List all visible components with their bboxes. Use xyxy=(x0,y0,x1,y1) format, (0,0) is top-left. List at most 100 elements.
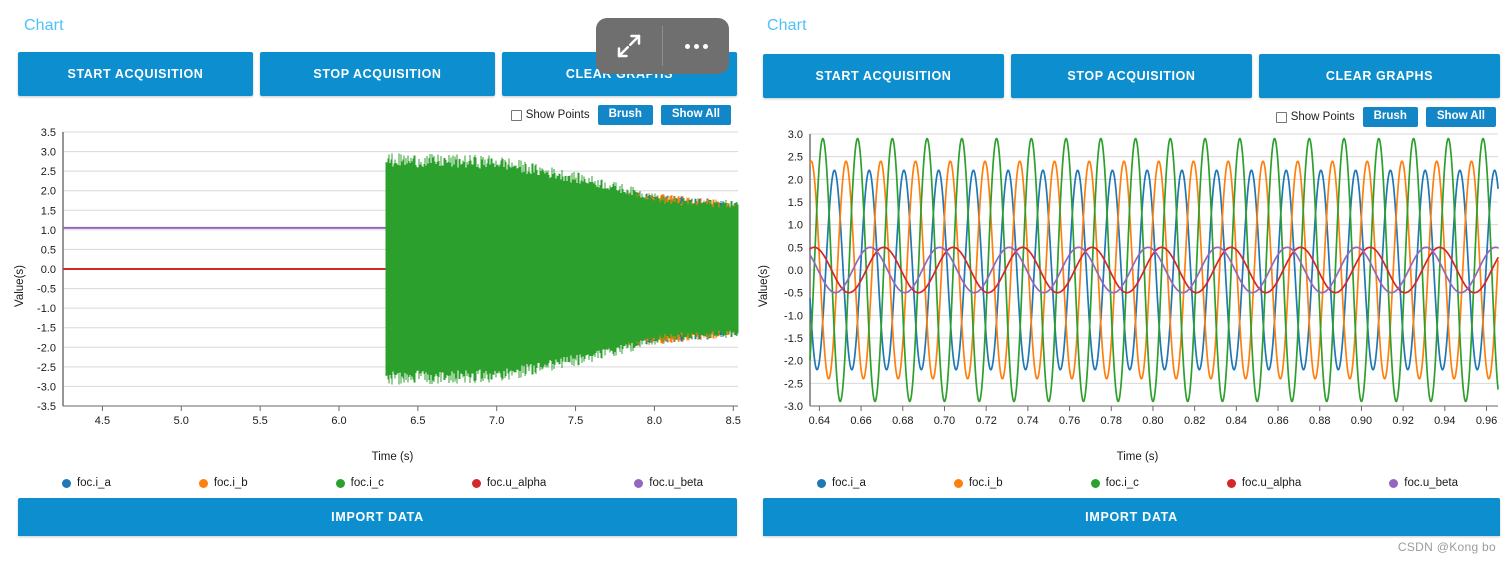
svg-text:3.0: 3.0 xyxy=(41,147,56,159)
svg-text:2.5: 2.5 xyxy=(41,166,56,178)
legend-right: foc.i_a foc.i_b foc.i_c foc.u_alpha foc.… xyxy=(773,473,1502,493)
watermark: CSDN @Kong bo xyxy=(1397,540,1496,554)
svg-text:0.82: 0.82 xyxy=(1184,415,1205,427)
svg-text:0.68: 0.68 xyxy=(892,415,913,427)
svg-text:-2.0: -2.0 xyxy=(784,356,803,368)
svg-text:-3.5: -3.5 xyxy=(37,401,56,413)
svg-text:0.70: 0.70 xyxy=(934,415,955,427)
svg-text:0.84: 0.84 xyxy=(1226,415,1247,427)
action-button-row: START ACQUISITION STOP ACQUISITION CLEAR… xyxy=(763,54,1500,98)
svg-text:0.76: 0.76 xyxy=(1059,415,1080,427)
brush-button[interactable]: Brush xyxy=(1362,107,1418,127)
svg-text:1.5: 1.5 xyxy=(788,197,803,209)
svg-text:0.74: 0.74 xyxy=(1017,415,1038,427)
svg-text:0.92: 0.92 xyxy=(1392,415,1413,427)
svg-text:0.80: 0.80 xyxy=(1142,415,1163,427)
svg-text:0.5: 0.5 xyxy=(41,244,56,256)
show-points-label: Show Points xyxy=(525,109,590,121)
legend-item-foc-u-alpha[interactable]: foc.u_alpha xyxy=(471,477,547,489)
legend-label: foc.i_b xyxy=(968,477,1003,489)
legend-item-foc-i-c[interactable]: foc.i_c xyxy=(335,477,384,489)
legend-item-foc-i-b[interactable]: foc.i_b xyxy=(953,477,1003,489)
svg-text:0.88: 0.88 xyxy=(1309,415,1330,427)
chart-panel-left: Chart START ACQUISITION STOP ACQUISITION… xyxy=(0,0,755,540)
legend-color-swatch xyxy=(1226,478,1236,488)
show-all-button[interactable]: Show All xyxy=(1425,107,1496,127)
chart-controls-row: Show Points Brush Show All xyxy=(1275,107,1496,127)
page-title: Chart xyxy=(24,17,64,34)
legend-label: foc.u_beta xyxy=(649,477,703,489)
import-data-button[interactable]: IMPORT DATA xyxy=(763,498,1500,536)
svg-text:3.5: 3.5 xyxy=(41,127,56,139)
plot-canvas-right[interactable]: 3.0 2.5 2.0 1.5 1.0 0.5 0.0 -0.5 -1.0 -1.5 -2.0 -2.… xyxy=(755,126,1510,446)
legend-label: foc.i_a xyxy=(76,477,111,489)
more-options-icon xyxy=(684,43,708,49)
checkbox-icon[interactable] xyxy=(510,109,522,121)
svg-text:-2.0: -2.0 xyxy=(37,342,56,354)
floating-toolbar xyxy=(596,18,729,74)
stop-acquisition-button[interactable]: STOP ACQUISITION xyxy=(1011,54,1252,98)
svg-text:1.0: 1.0 xyxy=(41,225,56,237)
legend-item-foc-i-b[interactable]: foc.i_b xyxy=(198,477,248,489)
legend-label: foc.i_c xyxy=(350,477,384,489)
svg-text:0.64: 0.64 xyxy=(809,415,830,427)
legend-color-swatch xyxy=(1090,478,1100,488)
svg-text:8.0: 8.0 xyxy=(647,415,662,427)
legend-color-swatch xyxy=(198,478,208,488)
start-acquisition-button[interactable]: START ACQUISITION xyxy=(763,54,1004,98)
checkbox-icon[interactable] xyxy=(1275,111,1287,123)
legend-item-foc-i-c[interactable]: foc.i_c xyxy=(1090,477,1139,489)
svg-text:1.5: 1.5 xyxy=(41,205,56,217)
legend-label: foc.i_b xyxy=(213,477,248,489)
start-acquisition-button[interactable]: START ACQUISITION xyxy=(18,52,253,96)
svg-text:7.0: 7.0 xyxy=(489,415,504,427)
svg-text:2.0: 2.0 xyxy=(788,174,803,186)
legend-item-foc-u-beta[interactable]: foc.u_beta xyxy=(1389,477,1458,489)
legend-item-foc-i-a[interactable]: foc.i_a xyxy=(816,477,866,489)
svg-text:7.5: 7.5 xyxy=(568,415,583,427)
expand-button[interactable] xyxy=(596,18,662,74)
chart-left[interactable]: Value(s) 3.5 3.0 2.5 2.0 1.5 1.0 0.5 0.0 -0.5 -1.… xyxy=(0,126,755,446)
legend-label: foc.i_c xyxy=(1105,477,1139,489)
legend-color-swatch xyxy=(335,478,345,488)
svg-text:-3.0: -3.0 xyxy=(37,381,56,393)
svg-text:-3.0: -3.0 xyxy=(784,401,803,413)
legend-item-foc-u-alpha[interactable]: foc.u_alpha xyxy=(1226,477,1302,489)
svg-text:0.96: 0.96 xyxy=(1476,415,1497,427)
svg-text:1.0: 1.0 xyxy=(788,220,803,232)
legend-color-swatch xyxy=(953,478,963,488)
legend-label: foc.i_a xyxy=(831,477,866,489)
svg-text:0.78: 0.78 xyxy=(1101,415,1122,427)
legend-label: foc.u_alpha xyxy=(486,477,547,489)
svg-text:0.5: 0.5 xyxy=(788,242,803,254)
show-points-checkbox[interactable]: Show Points xyxy=(1275,111,1355,123)
stop-acquisition-button[interactable]: STOP ACQUISITION xyxy=(260,52,495,96)
svg-text:-1.5: -1.5 xyxy=(37,323,56,335)
legend-color-swatch xyxy=(1389,478,1399,488)
legend-item-foc-u-beta[interactable]: foc.u_beta xyxy=(634,477,703,489)
svg-text:-0.5: -0.5 xyxy=(37,284,56,296)
x-axis-label: Time (s) xyxy=(1116,451,1159,463)
chart-right[interactable]: Value(s) 3.0 2.5 2.0 1.5 1.0 0.5 0.0 -0.5 -1.0 -1… xyxy=(755,126,1510,446)
legend-item-foc-i-a[interactable]: foc.i_a xyxy=(61,477,111,489)
svg-text:-1.0: -1.0 xyxy=(784,310,803,322)
page-title: Chart xyxy=(767,17,807,34)
svg-text:-2.5: -2.5 xyxy=(37,362,56,374)
show-points-checkbox[interactable]: Show Points xyxy=(510,109,590,121)
clear-graphs-button[interactable]: CLEAR GRAPHS xyxy=(1259,54,1500,98)
chart-block-left: Value(s) 3.5 3.0 2.5 2.0 1.5 1.0 0.5 0.0 -0.5 -1.… xyxy=(0,126,755,496)
svg-text:0.94: 0.94 xyxy=(1434,415,1455,427)
legend-color-swatch xyxy=(471,478,481,488)
import-data-button[interactable]: IMPORT DATA xyxy=(18,498,737,536)
svg-text:-1.5: -1.5 xyxy=(784,333,803,345)
dashboard-root: Chart START ACQUISITION STOP ACQUISITION… xyxy=(0,0,1510,563)
show-all-button[interactable]: Show All xyxy=(660,105,731,125)
svg-text:0.86: 0.86 xyxy=(1267,415,1288,427)
brush-button[interactable]: Brush xyxy=(597,105,653,125)
plot-canvas-left[interactable]: 3.5 3.0 2.5 2.0 1.5 1.0 0.5 0.0 -0.5 -1.0 -1.5 -2.0… xyxy=(0,126,755,446)
svg-text:4.5: 4.5 xyxy=(95,415,110,427)
svg-text:6.0: 6.0 xyxy=(331,415,346,427)
legend-left: foc.i_a foc.i_b foc.i_c foc.u_alpha foc.… xyxy=(18,473,747,493)
more-options-button[interactable] xyxy=(663,18,729,74)
legend-label: foc.u_alpha xyxy=(1241,477,1302,489)
